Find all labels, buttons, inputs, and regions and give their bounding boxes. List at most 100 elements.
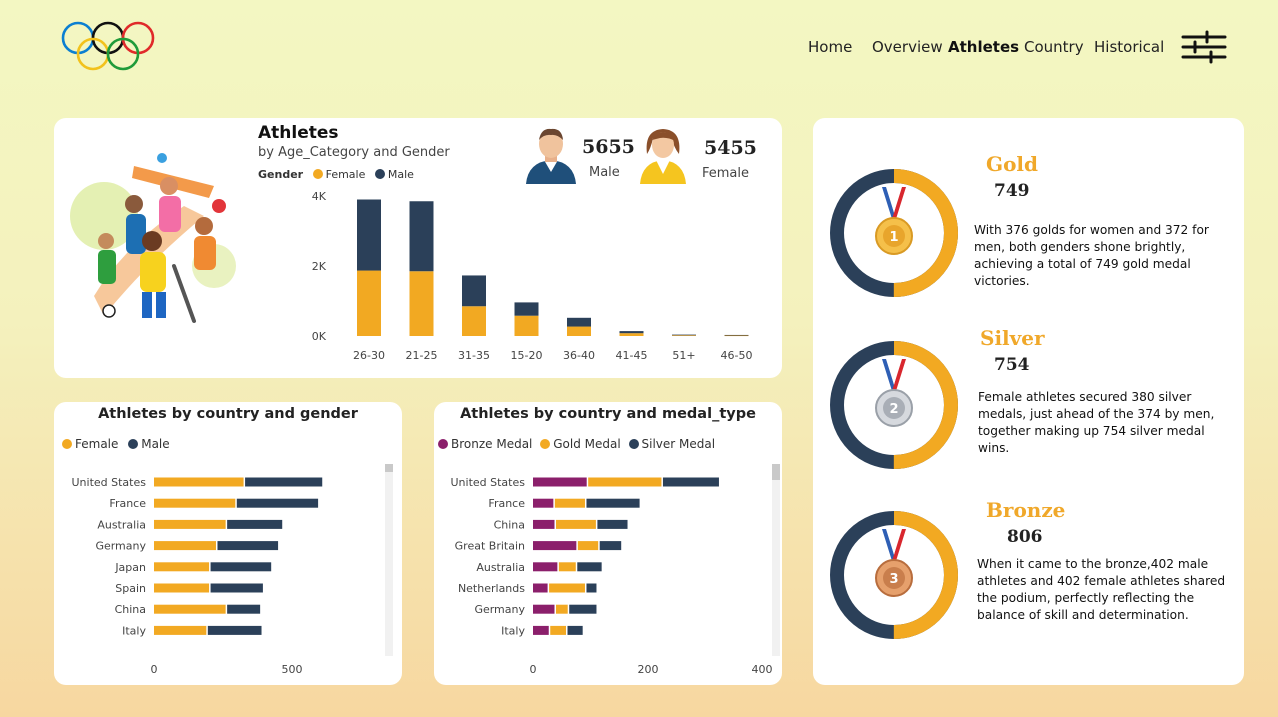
nav-home[interactable]: Home bbox=[808, 38, 852, 56]
gold-medal-icon: 1 bbox=[875, 186, 913, 255]
olympic-rings-logo bbox=[61, 21, 155, 71]
legend-bronze-label: Bronze Medal bbox=[451, 437, 533, 451]
scrollbar-thumb[interactable] bbox=[385, 464, 393, 472]
legend-male-label: Male bbox=[141, 437, 170, 451]
bar-female bbox=[672, 335, 696, 336]
bar-male bbox=[217, 541, 279, 551]
bar-bronze-medal bbox=[533, 604, 555, 614]
bar-female bbox=[409, 271, 434, 336]
bar-female bbox=[567, 326, 591, 336]
y-tick-label: United States bbox=[451, 476, 526, 489]
female-avatar-icon bbox=[640, 129, 686, 184]
silver-medal-icon: 2 bbox=[875, 358, 913, 427]
gender-legend: Gender Female Male bbox=[258, 168, 414, 181]
sliders-icon[interactable] bbox=[1181, 30, 1227, 64]
legend-silver-dot bbox=[628, 439, 639, 449]
y-tick-label: Germany bbox=[95, 540, 146, 553]
bar-bronze-medal bbox=[533, 562, 558, 572]
x-tick-label: 400 bbox=[752, 663, 773, 676]
legend-female-label: Female bbox=[325, 168, 366, 181]
legend-gold-label: Gold Medal bbox=[553, 437, 621, 451]
legend-female-label: Female bbox=[75, 437, 119, 451]
nav-overview[interactable]: Overview bbox=[872, 38, 943, 56]
bronze-medal-icon: 3 bbox=[875, 528, 913, 597]
bar-silver-medal bbox=[567, 625, 583, 635]
bar-male bbox=[514, 302, 539, 316]
nav-country[interactable]: Country bbox=[1024, 38, 1084, 56]
bar-silver-medal bbox=[586, 498, 640, 508]
country-medal-title: Athletes by country and medal_type bbox=[460, 406, 756, 422]
y-tick-label: 4K bbox=[312, 190, 327, 203]
y-tick-label: Italy bbox=[122, 624, 146, 637]
country-medal-card: Athletes by country and medal_type Bronz… bbox=[434, 402, 782, 685]
x-tick-label: 0 bbox=[530, 663, 537, 676]
age-gender-bar-chart: 4K 2K 0K 26-30 21-25 31-35 15-20 36-40 41-45 51+ 4… bbox=[312, 190, 753, 362]
silver-medal-number: 2 bbox=[889, 402, 898, 417]
athletes-chart-title: Athletes bbox=[258, 123, 339, 143]
bar-female bbox=[154, 541, 216, 551]
bar-female bbox=[154, 562, 210, 572]
y-tick-label: 2K bbox=[312, 260, 327, 273]
x-tick-label: 26-30 bbox=[353, 349, 385, 362]
bronze-description: When it came to the bronze,402 male athl… bbox=[977, 557, 1226, 622]
legend-female-dot bbox=[62, 439, 72, 449]
medals-card: 1 Gold 749 With 376 golds for women and … bbox=[813, 118, 1244, 685]
bar-male bbox=[207, 625, 262, 635]
y-tick-label: Spain bbox=[115, 582, 146, 595]
scrollbar-track[interactable] bbox=[772, 464, 780, 656]
y-tick-label: Japan bbox=[114, 561, 146, 574]
bar-silver-medal bbox=[662, 477, 719, 487]
x-tick-label: 36-40 bbox=[563, 349, 595, 362]
bar-female bbox=[514, 315, 539, 336]
country-gender-legend: Female Male bbox=[62, 437, 170, 451]
male-count: 5655 bbox=[582, 136, 635, 158]
silver-title: Silver bbox=[980, 326, 1045, 350]
legend-title: Gender bbox=[258, 168, 304, 181]
country-gender-bar-chart: United States France Australia Germany Japan… bbox=[72, 476, 323, 676]
bar-female bbox=[154, 519, 226, 529]
bar-male bbox=[245, 477, 323, 487]
gold-description: With 376 golds for women and 372 for men… bbox=[974, 223, 1209, 288]
bar-female bbox=[154, 477, 244, 487]
legend-female-dot bbox=[312, 169, 323, 179]
bar-male bbox=[227, 604, 261, 614]
bronze-medal-number: 3 bbox=[889, 572, 898, 587]
bar-bronze-medal bbox=[533, 477, 587, 487]
bar-male bbox=[409, 201, 434, 272]
bar-female bbox=[462, 306, 486, 336]
bar-female bbox=[154, 604, 226, 614]
y-tick-label: China bbox=[115, 603, 146, 616]
y-tick-label: Great Britain bbox=[455, 540, 525, 553]
female-count: 5455 bbox=[704, 137, 757, 159]
bar-male bbox=[236, 498, 319, 508]
bronze-title: Bronze bbox=[986, 498, 1066, 522]
bar-gold-medal bbox=[556, 519, 596, 529]
y-tick-label: China bbox=[494, 518, 525, 531]
x-tick-label: 0 bbox=[151, 663, 158, 676]
bar-silver-medal bbox=[577, 562, 602, 572]
bar-female bbox=[724, 335, 749, 337]
y-tick-label: France bbox=[488, 497, 525, 510]
country-medal-bar-chart: United States France China Great Britain Aus… bbox=[451, 476, 773, 676]
scrollbar-thumb[interactable] bbox=[772, 464, 780, 480]
silver-count: 754 bbox=[994, 355, 1030, 375]
scrollbar-track[interactable] bbox=[385, 464, 393, 656]
bar-bronze-medal bbox=[533, 498, 554, 508]
y-tick-label: Netherlands bbox=[458, 582, 525, 595]
legend-male-dot bbox=[374, 169, 385, 179]
bar-male bbox=[210, 583, 263, 593]
gold-count: 749 bbox=[994, 181, 1030, 201]
y-tick-label: 0K bbox=[312, 330, 327, 343]
silver-description: Female athletes secured 380 silver medal… bbox=[978, 390, 1215, 455]
athletes-chart-subtitle: by Age_Category and Gender bbox=[258, 145, 450, 160]
legend-male-label: Male bbox=[387, 168, 414, 181]
bar-gold-medal bbox=[554, 498, 585, 508]
bar-female bbox=[357, 270, 381, 336]
bar-male bbox=[462, 275, 486, 307]
bar-silver-medal bbox=[569, 604, 597, 614]
legend-silver-label: Silver Medal bbox=[641, 437, 716, 451]
nav-athletes[interactable]: Athletes bbox=[948, 38, 1019, 56]
bar-gold-medal bbox=[588, 477, 662, 487]
nav-historical[interactable]: Historical bbox=[1094, 38, 1164, 56]
x-tick-label: 21-25 bbox=[406, 349, 438, 362]
